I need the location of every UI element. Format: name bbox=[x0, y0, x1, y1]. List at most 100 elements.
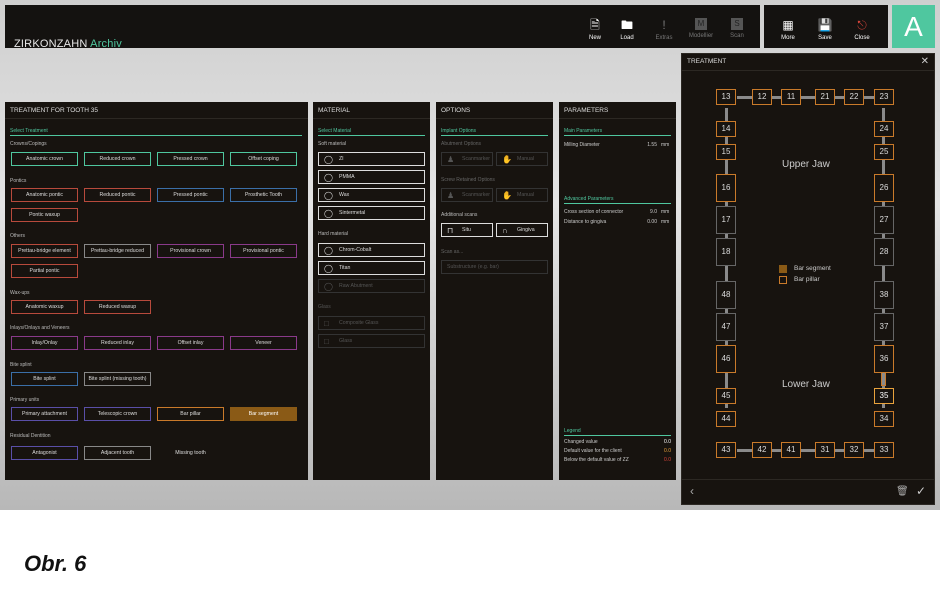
treatment-option[interactable]: Anatomic pontic bbox=[11, 188, 78, 202]
abutment-option[interactable]: ✋ Manual bbox=[496, 152, 548, 166]
treatment-option[interactable]: Offset coping bbox=[230, 152, 297, 166]
treatment-option[interactable]: Primary attachment bbox=[11, 407, 78, 421]
treatment-option[interactable]: Bite splint (missing tooth) bbox=[84, 372, 151, 386]
treatment-option[interactable]: Telescopic crown bbox=[84, 407, 151, 421]
treatment-option[interactable]: Inlay/Onlay bbox=[11, 336, 78, 350]
more-button[interactable]: ▦ More bbox=[770, 18, 806, 41]
tooth[interactable]: 43 bbox=[716, 442, 736, 458]
treatment-option[interactable]: Offset inlay bbox=[157, 336, 224, 350]
param-value[interactable]: 0.00 bbox=[629, 219, 657, 225]
close-button[interactable]: ⎋ Close bbox=[844, 18, 880, 41]
tooth[interactable]: 26 bbox=[874, 174, 894, 202]
material-option[interactable]: ◯ Sintermetal bbox=[318, 206, 425, 220]
tooth[interactable]: 24 bbox=[874, 121, 894, 137]
tooth[interactable]: 45 bbox=[716, 388, 736, 404]
tooth[interactable]: 48 bbox=[716, 281, 736, 309]
group-label: Residual Dentition bbox=[10, 433, 51, 439]
material-option[interactable]: ◯ ZI bbox=[318, 152, 425, 166]
tooth[interactable]: 36 bbox=[874, 345, 894, 373]
scan-button[interactable]: S Scan bbox=[719, 18, 755, 39]
abutment-option[interactable]: ♟ Scanmarker bbox=[441, 152, 493, 166]
tooth[interactable]: 42 bbox=[752, 442, 772, 458]
group-label: Crowns/Copings bbox=[10, 141, 47, 147]
tooth[interactable]: 13 bbox=[716, 89, 736, 105]
treatment-option[interactable]: Adjacent tooth bbox=[84, 446, 151, 460]
tooth[interactable]: 23 bbox=[874, 89, 894, 105]
legend-value: 0.0 bbox=[664, 457, 671, 463]
tooth[interactable]: 12 bbox=[752, 89, 772, 105]
material-option[interactable]: ◯ PMMA bbox=[318, 170, 425, 184]
tooth[interactable]: 41 bbox=[781, 442, 801, 458]
avatar[interactable]: A bbox=[892, 5, 935, 48]
close-panel-icon[interactable]: ✕ bbox=[921, 56, 929, 67]
tooth[interactable]: 16 bbox=[716, 174, 736, 202]
treatment-option[interactable]: Anatomic waxup bbox=[11, 300, 78, 314]
extras-button[interactable]: ! Extras bbox=[646, 18, 682, 41]
treatment-option[interactable]: Reduced waxup bbox=[84, 300, 151, 314]
tooth[interactable]: 15 bbox=[716, 144, 736, 160]
tooth[interactable]: 25 bbox=[874, 144, 894, 160]
material-option[interactable]: □ Glass bbox=[318, 334, 425, 348]
treatment-option[interactable]: Pressed crown bbox=[157, 152, 224, 166]
treatment-option[interactable]: Reduced inlay bbox=[84, 336, 151, 350]
tooth[interactable]: 22 bbox=[844, 89, 864, 105]
tooth[interactable]: 47 bbox=[716, 313, 736, 341]
material-option[interactable]: ◯ Chrom-Cobalt bbox=[318, 243, 425, 257]
scan-option-gingiva[interactable]: ∩ Gingiva bbox=[496, 223, 548, 237]
back-icon[interactable]: ‹ bbox=[690, 484, 694, 498]
scan-as-select[interactable]: Substructure (e.g. bar) bbox=[441, 260, 548, 274]
tooth[interactable]: 32 bbox=[844, 442, 864, 458]
treatment-option[interactable]: Provisional pontic bbox=[230, 244, 297, 258]
tooth[interactable]: 14 bbox=[716, 121, 736, 137]
treatment-option[interactable]: Bite splint bbox=[11, 372, 78, 386]
tooth[interactable]: 37 bbox=[874, 313, 894, 341]
tooth[interactable]: 28 bbox=[874, 238, 894, 266]
treatment-option-selected[interactable]: Bar segment bbox=[230, 407, 297, 421]
material-option[interactable]: ◯ Titan bbox=[318, 261, 425, 275]
tooth[interactable]: 44 bbox=[716, 411, 736, 427]
treatment-option[interactable]: Prettau-bridge element bbox=[11, 244, 78, 258]
treatment-option[interactable]: Provisional crown bbox=[157, 244, 224, 258]
options-panel: OPTIONS Implant Options Abutment Options… bbox=[436, 102, 553, 480]
tooth[interactable]: 31 bbox=[815, 442, 835, 458]
tooth[interactable]: 34 bbox=[874, 411, 894, 427]
save-button[interactable]: 💾 Save bbox=[807, 18, 843, 41]
treatment-option[interactable]: Bar pillar bbox=[157, 407, 224, 421]
treatment-option[interactable]: Prosthetic Tooth bbox=[230, 188, 297, 202]
treatment-option[interactable]: Reduced pontic bbox=[84, 188, 151, 202]
scan-option-situ[interactable]: ⊓ Situ bbox=[441, 223, 493, 237]
tooth[interactable]: 46 bbox=[716, 345, 736, 373]
treatment-option[interactable]: Veneer bbox=[230, 336, 297, 350]
material-option[interactable]: □ Composite Glass bbox=[318, 316, 425, 330]
tooth-selected[interactable]: 35 bbox=[874, 388, 894, 404]
material-option[interactable]: ◯ Raw Abutment bbox=[318, 279, 425, 293]
material-option[interactable]: ◯ Wax bbox=[318, 188, 425, 202]
modellier-button[interactable]: M Modellier bbox=[683, 18, 719, 39]
tooth[interactable]: 33 bbox=[874, 442, 894, 458]
treatment-option[interactable]: Reduced crown bbox=[84, 152, 151, 166]
new-button[interactable]: 🗎 New bbox=[577, 18, 613, 41]
screw-option[interactable]: ♟ Scanmarker bbox=[441, 188, 493, 202]
treatment-option[interactable]: Pontic waxup bbox=[11, 208, 78, 222]
tooth[interactable]: 17 bbox=[716, 206, 736, 234]
treatment-option[interactable]: Prettau-bridge reduced bbox=[84, 244, 151, 258]
param-value[interactable]: 9.0 bbox=[629, 209, 657, 215]
group-label: Pontics bbox=[10, 178, 27, 184]
param-value[interactable]: 1.55 bbox=[629, 142, 657, 148]
tooth[interactable]: 27 bbox=[874, 206, 894, 234]
tooth[interactable]: 38 bbox=[874, 281, 894, 309]
screw-option[interactable]: ✋ Manual bbox=[496, 188, 548, 202]
treatment-option[interactable]: Missing tooth bbox=[157, 446, 224, 460]
treatment-option[interactable]: Pressed pontic bbox=[157, 188, 224, 202]
load-button[interactable]: 🖿 Load bbox=[609, 18, 645, 41]
confirm-check-icon[interactable]: ✓ bbox=[916, 484, 926, 498]
treatment-option[interactable]: Anatomic crown bbox=[11, 152, 78, 166]
tooth[interactable]: 21 bbox=[815, 89, 835, 105]
group-label: Inlays/Onlays and Veneers bbox=[10, 325, 70, 331]
treatment-option[interactable]: Partial pontic bbox=[11, 264, 78, 278]
treatment-option[interactable]: Antagonist bbox=[11, 446, 78, 460]
tooth[interactable]: 11 bbox=[781, 89, 801, 105]
trash-icon[interactable]: 🗑 bbox=[896, 486, 909, 497]
close-icon: ⎋ bbox=[857, 18, 867, 32]
tooth[interactable]: 18 bbox=[716, 238, 736, 266]
